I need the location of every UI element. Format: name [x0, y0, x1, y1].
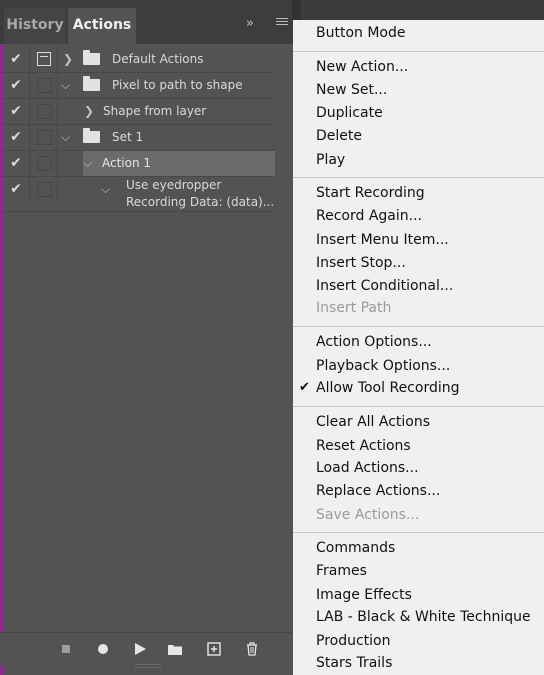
- tab-actions[interactable]: Actions: [68, 8, 136, 44]
- menu-item-record-again[interactable]: Record Again...: [316, 205, 422, 228]
- set-label: Pixel to path to shape: [112, 78, 243, 92]
- dialog-toggle[interactable]: [31, 47, 58, 72]
- checkmark-icon[interactable]: ✔: [3, 99, 30, 124]
- menu-item-insert-conditional[interactable]: Insert Conditional...: [316, 275, 453, 298]
- menu-item-insert-menu-item[interactable]: Insert Menu Item...: [316, 229, 449, 252]
- actions-list: ✔ ❯ Default Actions ✔ ⌵ Pixel to path to…: [3, 47, 275, 212]
- menu-item-new-set[interactable]: New Set...: [316, 79, 387, 102]
- menu-item-duplicate[interactable]: Duplicate: [316, 102, 383, 125]
- command-row[interactable]: ✔ ⌵ Use eyedropper Recording Data: (data…: [3, 177, 275, 212]
- chevron-down-icon[interactable]: ⌵: [83, 151, 92, 176]
- checkmark-icon: ✔: [299, 380, 310, 395]
- menu-item-start-recording[interactable]: Start Recording: [316, 182, 425, 205]
- menu-item-insert-path: Insert Path: [316, 300, 392, 316]
- checkmark-icon[interactable]: ✔: [3, 47, 30, 72]
- checkmark-icon[interactable]: ✔: [3, 73, 30, 98]
- dialog-icon: [37, 52, 51, 66]
- dialog-toggle[interactable]: [31, 151, 58, 176]
- menu-item-new-action[interactable]: New Action...: [316, 56, 408, 79]
- menu-item-playback-options[interactable]: Playback Options...: [316, 355, 450, 378]
- menu-item-commands[interactable]: Commands: [316, 537, 395, 560]
- dialog-toggle[interactable]: [31, 125, 58, 150]
- panel-menu-icon[interactable]: [276, 16, 288, 27]
- menu-item-play[interactable]: Play: [316, 149, 345, 172]
- actions-toolbar: [0, 632, 292, 665]
- chevron-right-icon[interactable]: ❯: [63, 47, 73, 72]
- dialog-toggle[interactable]: [31, 177, 58, 202]
- folder-icon: [83, 128, 100, 143]
- set-label: Set 1: [112, 130, 144, 144]
- set-label: Default Actions: [112, 52, 204, 66]
- trash-icon[interactable]: [244, 641, 260, 657]
- menu-item-stars-trails[interactable]: Stars Trails: [316, 652, 392, 675]
- new-action-icon[interactable]: [206, 641, 222, 657]
- stop-icon[interactable]: [58, 641, 74, 657]
- menu-item-frames[interactable]: Frames: [316, 560, 367, 583]
- action-row[interactable]: ✔ ❯ Shape from layer: [3, 99, 275, 125]
- menu-item-clear-all-actions[interactable]: Clear All Actions: [316, 411, 430, 434]
- menu-item-replace-actions[interactable]: Replace Actions...: [316, 480, 440, 503]
- chevron-down-icon[interactable]: ⌵: [61, 125, 70, 150]
- menu-item-insert-stop[interactable]: Insert Stop...: [316, 252, 406, 275]
- checkmark-icon[interactable]: ✔: [3, 125, 30, 150]
- action-label: Shape from layer: [103, 104, 207, 118]
- menu-item-production[interactable]: Production: [316, 630, 390, 653]
- chevron-down-icon[interactable]: ⌵: [101, 177, 110, 202]
- menu-item-lab-bw[interactable]: LAB - Black & White Technique: [316, 606, 531, 629]
- background-tabs: [301, 0, 544, 20]
- dialog-toggle[interactable]: [31, 73, 58, 98]
- tab-history[interactable]: History: [4, 8, 66, 44]
- command-detail: Recording Data: (data)...: [126, 195, 275, 209]
- checkmark-icon[interactable]: ✔: [3, 151, 30, 176]
- expand-panels-icon[interactable]: »: [246, 16, 254, 31]
- menu-item-action-options[interactable]: Action Options...: [316, 331, 432, 354]
- canvas-edge: [0, 215, 3, 675]
- checkmark-icon[interactable]: ✔: [3, 177, 30, 202]
- actions-flyout-menu: Button Mode New Action... New Set... Dup…: [293, 20, 544, 675]
- menu-item-button-mode[interactable]: Button Mode: [316, 22, 406, 45]
- record-icon[interactable]: [95, 641, 111, 657]
- folder-icon: [83, 50, 100, 65]
- play-icon[interactable]: [132, 641, 148, 657]
- panel-tab-bar: History Actions »: [0, 0, 300, 44]
- new-set-folder-icon[interactable]: [167, 641, 183, 657]
- menu-item-delete[interactable]: Delete: [316, 125, 362, 148]
- action-set-row[interactable]: ✔ ❯ Default Actions: [3, 47, 275, 73]
- menu-item-load-actions[interactable]: Load Actions...: [316, 457, 419, 480]
- menu-item-reset-actions[interactable]: Reset Actions: [316, 435, 411, 458]
- chevron-down-icon[interactable]: ⌵: [61, 73, 70, 98]
- chevron-right-icon[interactable]: ❯: [84, 99, 94, 124]
- action-set-row[interactable]: ✔ ⌵ Pixel to path to shape: [3, 73, 275, 99]
- menu-item-image-effects[interactable]: Image Effects: [316, 584, 412, 607]
- resize-grip[interactable]: [135, 664, 161, 668]
- menu-item-allow-tool-recording[interactable]: Allow Tool Recording: [316, 377, 460, 400]
- menu-item-save-actions: Save Actions...: [316, 507, 420, 523]
- action-set-row[interactable]: ✔ ⌵ Set 1: [3, 125, 275, 151]
- folder-icon: [83, 76, 100, 91]
- dialog-toggle[interactable]: [31, 99, 58, 124]
